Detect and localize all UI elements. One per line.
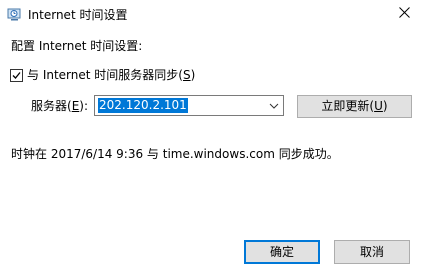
close-icon bbox=[398, 7, 410, 21]
chevron-down-icon[interactable] bbox=[268, 100, 280, 112]
sync-checkbox-label: 与 Internet 时间服务器同步(S) bbox=[27, 68, 196, 82]
update-now-button[interactable]: 立即更新(U) bbox=[297, 95, 412, 118]
checkmark-icon bbox=[12, 71, 21, 79]
close-button[interactable] bbox=[386, 0, 422, 28]
sync-checkbox-row[interactable]: 与 Internet 时间服务器同步(S) bbox=[10, 67, 195, 83]
internet-time-settings-dialog: Internet 时间设置 配置 Internet 时间设置: 与 Intern… bbox=[0, 0, 422, 274]
title-bar: Internet 时间设置 bbox=[0, 0, 422, 30]
cancel-button[interactable]: 取消 bbox=[334, 240, 410, 264]
sync-status-text: 时钟在 2017/6/14 9:36 与 time.windows.com 同步… bbox=[11, 147, 339, 161]
ok-button[interactable]: 确定 bbox=[244, 240, 320, 264]
sync-checkbox[interactable] bbox=[10, 68, 23, 82]
section-label: 配置 Internet 时间设置: bbox=[11, 39, 143, 53]
window-title: Internet 时间设置 bbox=[28, 8, 128, 22]
server-label: 服务器(E): bbox=[31, 99, 89, 113]
server-combobox[interactable]: 202.120.2.101 bbox=[94, 95, 284, 116]
clock-globe-icon bbox=[7, 7, 22, 22]
server-input-value[interactable]: 202.120.2.101 bbox=[98, 98, 188, 113]
